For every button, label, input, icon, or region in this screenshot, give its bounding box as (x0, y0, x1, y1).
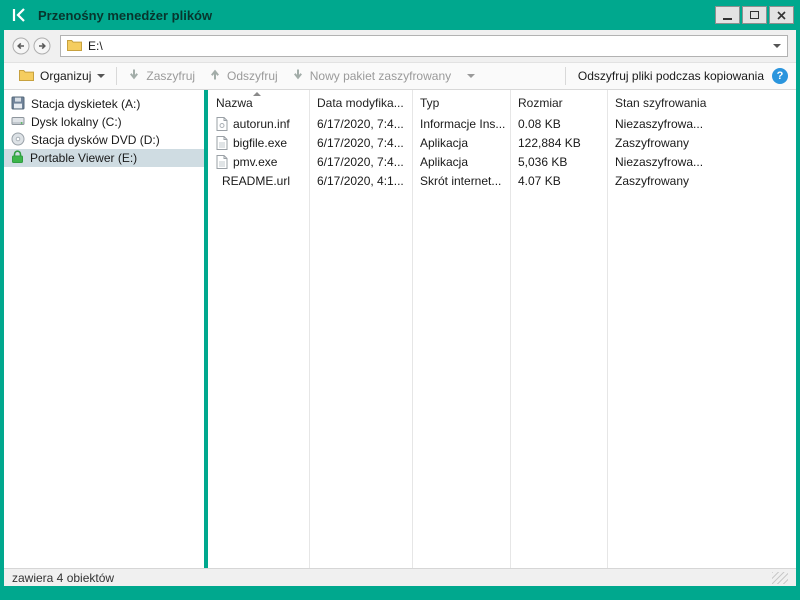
file-modified: 6/17/2020, 4:1... (309, 174, 412, 188)
file-name: bigfile.exe (233, 136, 287, 150)
toolbar-separator (565, 67, 566, 85)
floppy-drive-icon (11, 96, 25, 113)
file-size: 0.08 KB (510, 117, 607, 131)
file-icon (216, 155, 228, 169)
dvd-drive-icon (11, 132, 25, 149)
status-text: zawiera 4 obiektów (12, 571, 114, 585)
file-encryption-status: Zaszyfrowany (607, 174, 796, 188)
status-bar: zawiera 4 obiektów (4, 568, 796, 586)
toolbar-separator (116, 67, 117, 85)
window-title: Przenośny menedżer plików (38, 8, 713, 23)
file-encryption-status: Niezaszyfrowa... (607, 117, 796, 131)
file-modified: 6/17/2020, 7:4... (309, 155, 412, 169)
drives-sidebar: Stacja dyskietek (A:) Dysk lokalny (C:) (4, 90, 204, 568)
column-header-modified[interactable]: Data modyfika... (309, 96, 412, 110)
column-header-encryption[interactable]: Stan szyfrowania (607, 96, 796, 110)
file-row[interactable]: pmv.exe 6/17/2020, 7:4... Aplikacja 5,03… (208, 152, 796, 171)
column-separator (412, 90, 413, 568)
title-bar: Przenośny menedżer plików (0, 0, 800, 30)
column-separator (510, 90, 511, 568)
file-type: Informacje Ins... (412, 117, 510, 131)
organize-label: Organizuj (40, 69, 91, 83)
sort-ascending-icon (253, 92, 261, 96)
file-size: 5,036 KB (510, 155, 607, 169)
file-list-header: Nazwa Data modyfika... Typ Rozmiar Stan … (208, 90, 796, 114)
chevron-down-icon (467, 74, 475, 78)
new-encrypted-package-button[interactable]: Nowy pakiet zaszyfrowany (285, 65, 482, 87)
address-text: E:\ (88, 39, 767, 53)
minimize-icon (723, 18, 732, 20)
column-header-name[interactable]: Nazwa (208, 96, 309, 110)
file-type: Aplikacja (412, 155, 510, 169)
file-name: pmv.exe (233, 155, 277, 169)
sidebar-item-dvd-d[interactable]: Stacja dysków DVD (D:) (4, 131, 204, 149)
file-row[interactable]: README.url 6/17/2020, 4:1... Skrót inter… (208, 171, 796, 190)
back-button[interactable] (12, 37, 30, 55)
address-dropdown-icon[interactable] (773, 44, 781, 48)
column-separator (309, 90, 310, 568)
window-body: E:\ Organizuj Zaszyfruj (4, 30, 796, 586)
new-encrypted-package-label: Nowy pakiet zaszyfrowany (310, 69, 451, 83)
arrow-down-icon (292, 68, 304, 84)
forward-button[interactable] (33, 37, 51, 55)
arrow-up-icon (209, 68, 221, 84)
navigation-bar: E:\ (4, 30, 796, 62)
sidebar-item-label: Dysk lokalny (C:) (31, 115, 122, 129)
encrypt-label: Zaszyfruj (146, 69, 195, 83)
minimize-button[interactable] (715, 6, 740, 24)
decrypt-label: Odszyfruj (227, 69, 278, 83)
file-icon (216, 136, 228, 150)
arrow-down-icon (128, 68, 140, 84)
file-name: autorun.inf (233, 117, 290, 131)
command-toolbar: Organizuj Zaszyfruj Odszyfruj N (4, 62, 796, 90)
organize-button[interactable]: Organizuj (12, 65, 112, 87)
file-row[interactable]: bigfile.exe 6/17/2020, 7:4... Aplikacja … (208, 133, 796, 152)
green-lock-icon (11, 150, 24, 167)
file-encryption-status: Niezaszyfrowa... (607, 155, 796, 169)
encrypt-button[interactable]: Zaszyfruj (121, 65, 202, 87)
sidebar-item-label: Stacja dyskietek (A:) (31, 97, 140, 111)
sidebar-item-local-c[interactable]: Dysk lokalny (C:) (4, 113, 204, 131)
decrypt-on-copy-option[interactable]: Odszyfruj pliki podczas kopiowania (578, 69, 764, 83)
file-type: Aplikacja (412, 136, 510, 150)
maximize-icon (750, 11, 759, 19)
file-modified: 6/17/2020, 7:4... (309, 136, 412, 150)
address-bar[interactable]: E:\ (60, 35, 788, 57)
column-header-size[interactable]: Rozmiar (510, 96, 607, 110)
file-list-body: autorun.inf 6/17/2020, 7:4... Informacje… (208, 114, 796, 568)
close-button[interactable] (769, 6, 794, 24)
column-header-type[interactable]: Typ (412, 96, 510, 110)
main-content: Stacja dyskietek (A:) Dysk lokalny (C:) (4, 90, 796, 568)
sidebar-item-label: Stacja dysków DVD (D:) (31, 133, 160, 147)
file-row[interactable]: autorun.inf 6/17/2020, 7:4... Informacje… (208, 114, 796, 133)
help-icon[interactable]: ? (772, 68, 788, 84)
maximize-button[interactable] (742, 6, 767, 24)
file-size: 122,884 KB (510, 136, 607, 150)
sidebar-item-floppy-a[interactable]: Stacja dyskietek (A:) (4, 95, 204, 113)
column-separator (607, 90, 608, 568)
window-bottom-border (0, 586, 800, 600)
folder-icon (19, 69, 34, 84)
app-logo-icon (10, 6, 30, 24)
decrypt-button[interactable]: Odszyfruj (202, 65, 285, 87)
folder-icon (67, 39, 82, 54)
file-name: README.url (222, 174, 290, 188)
resize-grip-icon[interactable] (772, 572, 788, 584)
file-list-area: Nazwa Data modyfika... Typ Rozmiar Stan … (208, 90, 796, 568)
close-icon (777, 11, 786, 20)
toolbar-right-group: Odszyfruj pliki podczas kopiowania ? (561, 67, 788, 85)
file-icon (216, 117, 228, 131)
local-disk-icon (11, 114, 25, 131)
chevron-down-icon (97, 74, 105, 78)
app-window: Przenośny menedżer plików (0, 0, 800, 600)
sidebar-item-label: Portable Viewer (E:) (30, 151, 137, 165)
file-size: 4.07 KB (510, 174, 607, 188)
file-modified: 6/17/2020, 7:4... (309, 117, 412, 131)
file-encryption-status: Zaszyfrowany (607, 136, 796, 150)
sidebar-item-portable-e[interactable]: Portable Viewer (E:) (4, 149, 204, 167)
file-type: Skrót internet... (412, 174, 510, 188)
